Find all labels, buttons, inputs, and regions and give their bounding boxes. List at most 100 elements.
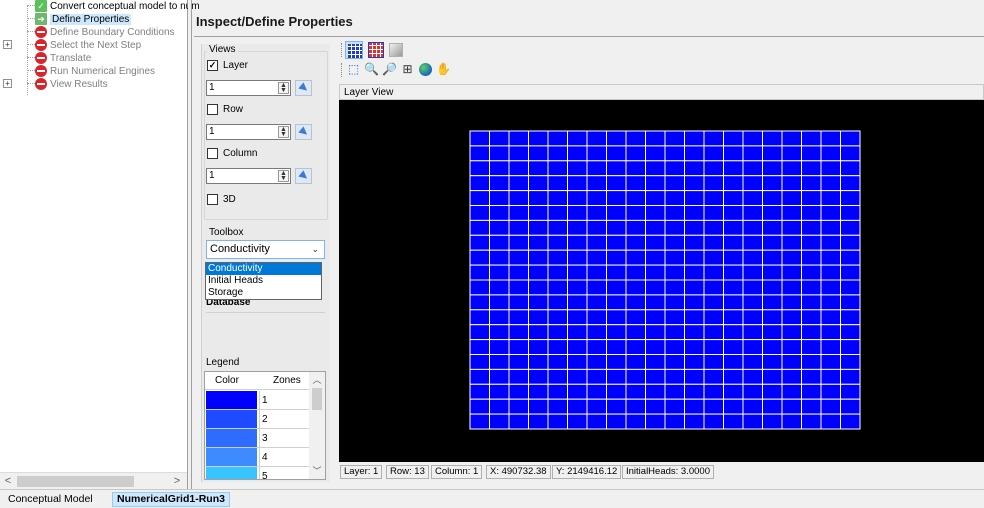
- grid-cell[interactable]: [703, 354, 724, 370]
- grid-cell[interactable]: [586, 234, 607, 251]
- column-go-button[interactable]: [295, 168, 312, 184]
- grid-cell[interactable]: [606, 294, 627, 311]
- grid-cell[interactable]: [742, 264, 763, 281]
- grid-cell[interactable]: [723, 309, 744, 326]
- grid-cell[interactable]: [723, 145, 744, 162]
- grid-cell[interactable]: [567, 279, 588, 296]
- model-grid[interactable]: [469, 130, 861, 430]
- grid-cell[interactable]: [840, 294, 861, 311]
- grid-cell[interactable]: [645, 324, 666, 341]
- grid-cell[interactable]: [508, 145, 529, 162]
- grid-cell[interactable]: [645, 264, 666, 281]
- scroll-left-icon[interactable]: <: [1, 474, 15, 488]
- grid-cell[interactable]: [508, 368, 529, 385]
- grid-cell[interactable]: [469, 175, 490, 192]
- grid-cell[interactable]: [469, 339, 490, 356]
- grid-cell[interactable]: [840, 160, 861, 177]
- grid-cell[interactable]: [606, 130, 627, 147]
- grid-cell[interactable]: [684, 234, 705, 251]
- tree-item-run-engines[interactable]: Run Numerical Engines: [50, 65, 155, 78]
- grid-cell[interactable]: [489, 264, 510, 281]
- grid-cell[interactable]: [645, 398, 666, 415]
- grid-cell[interactable]: [762, 264, 783, 281]
- grid-cell[interactable]: [625, 264, 646, 281]
- expand-toggle[interactable]: +: [3, 79, 12, 88]
- grid-cell[interactable]: [703, 145, 724, 162]
- grid-cell[interactable]: [684, 368, 705, 385]
- grid-cell[interactable]: [567, 324, 588, 341]
- grid-cell[interactable]: [742, 368, 763, 385]
- grid-cell[interactable]: [586, 205, 607, 221]
- grid-cell[interactable]: [469, 413, 490, 430]
- grid-cell[interactable]: [606, 205, 627, 221]
- grid-cell[interactable]: [567, 309, 588, 326]
- grid-cell[interactable]: [528, 219, 549, 236]
- grid-cell[interactable]: [625, 309, 646, 326]
- layer-number-input[interactable]: 1 ▲ ▼: [206, 80, 291, 96]
- scroll-up-icon[interactable]: ︿: [309, 373, 325, 387]
- grid-cell[interactable]: [528, 324, 549, 341]
- grid-cell[interactable]: [684, 175, 705, 192]
- grid-cell[interactable]: [801, 145, 822, 162]
- tab-conceptual-model[interactable]: Conceptual Model: [4, 492, 97, 507]
- grid-cell[interactable]: [840, 398, 861, 415]
- grid-cell[interactable]: [567, 175, 588, 192]
- grid-cell[interactable]: [528, 398, 549, 415]
- grid-cell[interactable]: [723, 190, 744, 206]
- grid-cell[interactable]: [508, 413, 529, 430]
- grid-cell[interactable]: [625, 219, 646, 236]
- tree-item-next-step[interactable]: Select the Next Step: [50, 39, 141, 52]
- grid-cell[interactable]: [723, 205, 744, 221]
- grid-cell[interactable]: [762, 398, 783, 415]
- grid-cell[interactable]: [469, 130, 490, 147]
- grid-cell[interactable]: [801, 190, 822, 206]
- grid-cell[interactable]: [684, 160, 705, 177]
- grid-cell[interactable]: [469, 368, 490, 385]
- grid-cell[interactable]: [469, 160, 490, 177]
- grid-cell[interactable]: [528, 234, 549, 251]
- grid-cell[interactable]: [664, 249, 685, 266]
- pan-hand-icon[interactable]: ✋: [436, 62, 451, 77]
- grid-cell[interactable]: [547, 294, 568, 311]
- grid-cell[interactable]: [684, 398, 705, 415]
- tree-item-define-properties[interactable]: Define Properties: [50, 13, 132, 26]
- grid-cell[interactable]: [703, 219, 724, 236]
- grid-cell[interactable]: [528, 309, 549, 326]
- scroll-down-icon[interactable]: ﹀: [309, 464, 325, 478]
- grid-cell[interactable]: [489, 145, 510, 162]
- grid-cell[interactable]: [801, 354, 822, 370]
- grid-cell[interactable]: [469, 145, 490, 162]
- grid-cell[interactable]: [820, 219, 841, 236]
- grid-cell[interactable]: [567, 294, 588, 311]
- grid-cell[interactable]: [684, 264, 705, 281]
- grid-cell[interactable]: [781, 368, 802, 385]
- grid-cell[interactable]: [742, 279, 763, 296]
- grid-cell[interactable]: [567, 264, 588, 281]
- grid-cell[interactable]: [742, 249, 763, 266]
- grid-cell[interactable]: [684, 219, 705, 236]
- grid-cell[interactable]: [645, 383, 666, 400]
- grid-cell[interactable]: [508, 383, 529, 400]
- grid-cell[interactable]: [528, 145, 549, 162]
- grid-cell[interactable]: [606, 264, 627, 281]
- grid-cell[interactable]: [645, 368, 666, 385]
- grid-cell[interactable]: [703, 398, 724, 415]
- grid-cell[interactable]: [606, 339, 627, 356]
- grid-cell[interactable]: [508, 398, 529, 415]
- grid-cell[interactable]: [645, 279, 666, 296]
- grid-cell[interactable]: [606, 279, 627, 296]
- expand-toggle[interactable]: +: [3, 40, 12, 49]
- grid-cell[interactable]: [840, 219, 861, 236]
- grid-cell[interactable]: [781, 205, 802, 221]
- grid-cell[interactable]: [528, 294, 549, 311]
- row-number-input[interactable]: 1 ▲ ▼: [206, 124, 291, 140]
- grid-cell[interactable]: [762, 294, 783, 311]
- tab-numerical-grid[interactable]: NumericalGrid1-Run3: [112, 492, 230, 507]
- row-spinner[interactable]: ▲ ▼: [278, 126, 289, 138]
- grid-cell[interactable]: [508, 205, 529, 221]
- grid-cell[interactable]: [489, 249, 510, 266]
- grid-cell[interactable]: [762, 234, 783, 251]
- grid-cell[interactable]: [586, 398, 607, 415]
- grid-cell[interactable]: [801, 249, 822, 266]
- grid-cell[interactable]: [469, 264, 490, 281]
